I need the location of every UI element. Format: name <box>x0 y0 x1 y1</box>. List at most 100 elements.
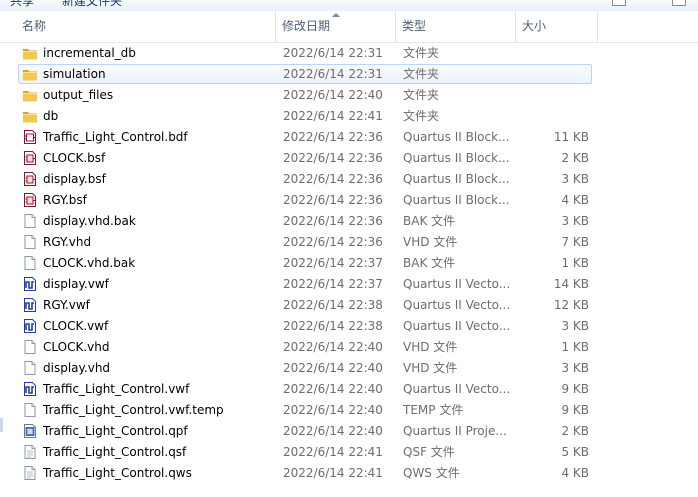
file-name: display.vwf <box>43 277 109 291</box>
folder-icon <box>22 108 38 124</box>
vwf-file-icon <box>22 297 38 313</box>
file-modified-date: 2022/6/14 22:41 <box>283 466 383 480</box>
new-folder-button[interactable]: 新建文件夹 <box>62 0 122 9</box>
file-name: RGY.vwf <box>43 298 90 312</box>
file-name: RGY.vhd <box>43 235 92 249</box>
file-name: Traffic_Light_Control.vwf <box>43 382 190 396</box>
text-file-icon <box>22 465 38 481</box>
file-modified-date: 2022/6/14 22:41 <box>283 109 383 123</box>
text-file-icon <box>22 444 38 460</box>
file-type: Quartus II Vecto... <box>403 382 511 396</box>
file-name: Traffic_Light_Control.qpf <box>43 424 188 438</box>
column-header-type[interactable]: 类型 <box>396 11 516 42</box>
view-options-icon[interactable] <box>612 0 626 6</box>
file-size: 3 KB <box>561 319 589 333</box>
file-row[interactable]: output_files 2022/6/14 22:40 文件夹 <box>18 85 592 105</box>
blank-file-icon <box>22 213 38 229</box>
file-size: 9 KB <box>561 403 589 417</box>
blank-file-icon <box>22 234 38 250</box>
file-row[interactable]: CLOCK.vhd 2022/6/14 22:40 VHD 文件 1 KB <box>18 337 592 357</box>
column-header-bar: 名称 修改日期 类型 大小 <box>0 11 698 43</box>
file-name: Traffic_Light_Control.qsf <box>43 445 187 459</box>
file-modified-date: 2022/6/14 22:36 <box>283 172 383 186</box>
share-menu[interactable]: 共享 <box>10 0 34 9</box>
file-row[interactable]: display.vwf 2022/6/14 22:37 Quartus II Vec… <box>18 274 592 294</box>
column-header-type-label: 类型 <box>402 19 427 33</box>
file-modified-date: 2022/6/14 22:40 <box>283 361 383 375</box>
file-size: 4 KB <box>561 193 589 207</box>
file-row[interactable]: RGY.vwf 2022/6/14 22:38 Quartus II Vecto..… <box>18 295 592 315</box>
file-type: VHD 文件 <box>403 361 458 375</box>
file-size: 2 KB <box>561 424 589 438</box>
file-name: CLOCK.vwf <box>43 319 109 333</box>
file-modified-date: 2022/6/14 22:36 <box>283 130 383 144</box>
file-row[interactable]: CLOCK.vwf 2022/6/14 22:38 Quartus II Vecto… <box>18 316 592 336</box>
file-name: incremental_db <box>43 46 136 60</box>
file-size: 1 KB <box>561 256 589 270</box>
file-size <box>519 65 589 83</box>
file-row[interactable]: simulation 2022/6/14 22:31 文件夹 <box>18 64 592 84</box>
file-row[interactable]: display.vhd.bak 2022/6/14 22:36 BAK 文件 3 KB <box>18 211 592 231</box>
file-modified-date: 2022/6/14 22:41 <box>283 445 383 459</box>
file-name: output_files <box>43 88 114 102</box>
file-name: RGY.bsf <box>43 193 87 207</box>
file-row[interactable]: RGY.vhd 2022/6/14 22:36 VHD 文件 7 KB <box>18 232 592 252</box>
column-header-size[interactable]: 大小 <box>516 11 598 42</box>
file-row[interactable]: Traffic_Light_Control.qsf 2022/6/14 22:41… <box>18 442 592 462</box>
file-modified-date: 2022/6/14 22:37 <box>283 277 383 291</box>
file-type: Quartus II Block... <box>403 193 510 207</box>
file-size: 1 KB <box>561 340 589 354</box>
file-modified-date: 2022/6/14 22:40 <box>283 403 383 417</box>
file-size: 3 KB <box>561 214 589 228</box>
file-modified-date: 2022/6/14 22:38 <box>283 319 383 333</box>
preview-pane-icon[interactable] <box>672 0 686 6</box>
file-size: 2 KB <box>561 151 589 165</box>
file-row[interactable]: RGY.bsf 2022/6/14 22:36 Quartus II Block..… <box>18 190 592 210</box>
file-size: 12 KB <box>553 298 589 312</box>
blank-file-icon <box>22 255 38 271</box>
file-size: 7 KB <box>561 235 589 249</box>
file-size: 3 KB <box>561 361 589 375</box>
file-row[interactable]: Traffic_Light_Control.qws 2022/6/14 22:41… <box>18 463 592 483</box>
file-modified-date: 2022/6/14 22:31 <box>283 46 383 60</box>
file-row[interactable]: db 2022/6/14 22:41 文件夹 <box>18 106 592 126</box>
file-size: 4 KB <box>561 466 589 480</box>
file-type: Quartus II Vecto... <box>403 277 511 291</box>
file-row[interactable]: display.bsf 2022/6/14 22:36 Quartus II Blo… <box>18 169 592 189</box>
file-size: 11 KB <box>553 130 589 144</box>
file-modified-date: 2022/6/14 22:40 <box>283 424 383 438</box>
blank-file-icon <box>22 339 38 355</box>
file-row[interactable]: incremental_db 2022/6/14 22:31 文件夹 <box>18 43 592 63</box>
column-header-name[interactable]: 名称 <box>16 11 276 42</box>
file-row[interactable]: Traffic_Light_Control.vwf.temp 2022/6/14 … <box>18 400 592 420</box>
folder-icon <box>22 87 38 103</box>
file-modified-date: 2022/6/14 22:31 <box>283 67 383 81</box>
file-name: Traffic_Light_Control.qws <box>43 466 192 480</box>
file-type: BAK 文件 <box>403 214 456 228</box>
column-header-date[interactable]: 修改日期 <box>276 11 396 42</box>
file-type: QWS 文件 <box>403 466 460 480</box>
file-name: CLOCK.vhd.bak <box>43 256 136 270</box>
file-row[interactable]: CLOCK.bsf 2022/6/14 22:36 Quartus II Block… <box>18 148 592 168</box>
file-modified-date: 2022/6/14 22:40 <box>283 382 383 396</box>
file-name: db <box>43 109 59 123</box>
file-row[interactable]: Traffic_Light_Control.vwf 2022/6/14 22:40… <box>18 379 592 399</box>
file-row[interactable]: Traffic_Light_Control.bdf 2022/6/14 22:36… <box>18 127 592 147</box>
file-name: display.vhd <box>43 361 111 375</box>
file-size <box>519 107 589 125</box>
bsf-file-icon <box>22 192 38 208</box>
file-type: Quartus II Vecto... <box>403 319 511 333</box>
file-modified-date: 2022/6/14 22:36 <box>283 214 383 228</box>
file-row[interactable]: display.vhd 2022/6/14 22:40 VHD 文件 3 KB <box>18 358 592 378</box>
file-type: VHD 文件 <box>403 235 458 249</box>
folder-icon <box>22 66 38 82</box>
file-row[interactable]: Traffic_Light_Control.qpf 2022/6/14 22:40… <box>18 421 592 441</box>
file-modified-date: 2022/6/14 22:36 <box>283 151 383 165</box>
file-modified-date: 2022/6/14 22:40 <box>283 88 383 102</box>
file-modified-date: 2022/6/14 22:40 <box>283 340 383 354</box>
file-type: VHD 文件 <box>403 340 458 354</box>
navigation-pane-edge <box>0 418 3 432</box>
file-type: Quartus II Proje... <box>403 424 507 438</box>
file-row[interactable]: CLOCK.vhd.bak 2022/6/14 22:37 BAK 文件 1 KB <box>18 253 592 273</box>
bsf-file-icon <box>22 150 38 166</box>
